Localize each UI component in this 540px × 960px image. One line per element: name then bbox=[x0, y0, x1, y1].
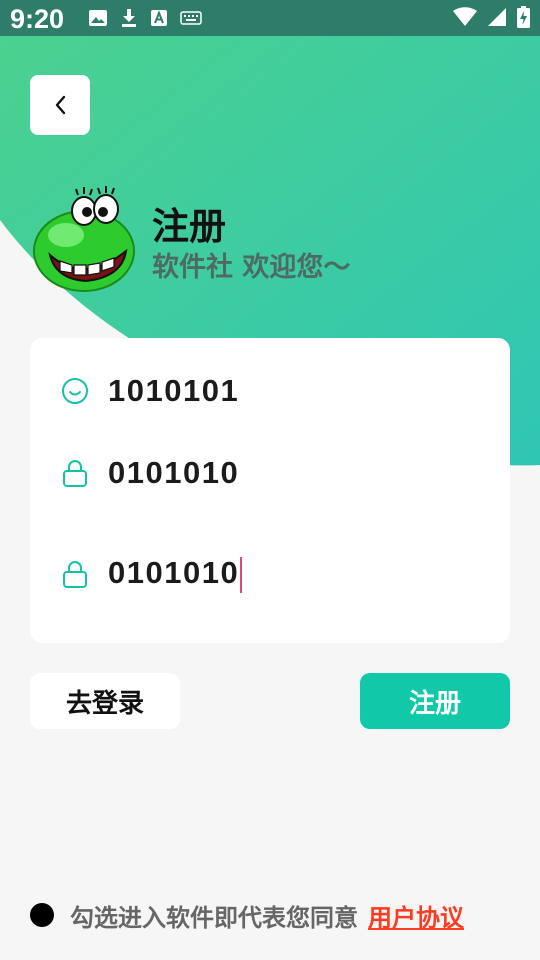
chevron-left-icon bbox=[55, 95, 66, 115]
user-agreement-link[interactable]: 用户协议 bbox=[368, 898, 464, 933]
download-icon bbox=[122, 9, 136, 27]
register-button[interactable]: 注册 bbox=[360, 673, 510, 729]
password-field[interactable]: 0101010 bbox=[60, 448, 490, 498]
mascot-logo bbox=[33, 186, 135, 292]
password-input[interactable]: 0101010 bbox=[108, 455, 239, 491]
go-login-button[interactable]: 去登录 bbox=[30, 673, 180, 729]
confirm-password-input[interactable]: 0101010 bbox=[108, 555, 243, 593]
agreement-text: 勾选进入软件即代表您同意 bbox=[70, 903, 358, 932]
signal-icon bbox=[488, 8, 506, 26]
smile-icon bbox=[60, 376, 90, 406]
image-icon bbox=[89, 10, 107, 26]
back-button[interactable] bbox=[30, 75, 90, 135]
username-field[interactable]: 1010101 bbox=[60, 366, 490, 416]
confirm-password-value: 0101010 bbox=[108, 555, 240, 591]
lock-icon bbox=[60, 559, 90, 589]
register-form-card: 1010101 0101010 0101010 bbox=[30, 338, 510, 643]
text-caret bbox=[240, 556, 243, 593]
lock-icon bbox=[60, 458, 90, 488]
confirm-password-field[interactable]: 0101010 bbox=[60, 549, 490, 599]
page-title: 注册 bbox=[152, 205, 226, 248]
keyboard-a-icon bbox=[151, 10, 167, 26]
agreement-checkbox[interactable] bbox=[30, 903, 54, 927]
status-time: 9:20 bbox=[10, 4, 65, 34]
status-bar: 9:20 bbox=[0, 0, 540, 36]
agreement-row: 勾选进入软件即代表您同意 用户协议 bbox=[30, 895, 464, 935]
page-subtitle: 软件社 欢迎您～ bbox=[152, 252, 351, 283]
battery-charging-icon bbox=[517, 6, 530, 28]
username-input[interactable]: 1010101 bbox=[108, 373, 239, 409]
wifi-icon bbox=[453, 7, 477, 26]
keyboard-icon bbox=[180, 11, 202, 25]
